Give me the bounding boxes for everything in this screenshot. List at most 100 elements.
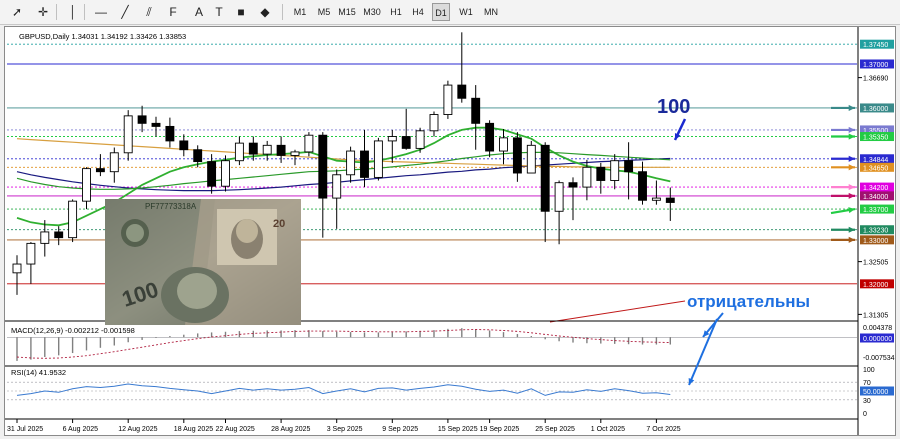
price-axis-label: 1.32000: [860, 279, 894, 289]
date-axis-label: 1 Oct 2025: [591, 426, 625, 433]
candle[interactable]: [123, 110, 133, 161]
candle[interactable]: [290, 149, 300, 166]
candle[interactable]: [401, 108, 411, 150]
rectangle-icon[interactable]: ■: [232, 3, 250, 21]
price-axis-label: 1.34844: [860, 154, 894, 164]
svg-text:1.32000: 1.32000: [863, 282, 888, 289]
candle[interactable]: [151, 116, 161, 137]
toolbar: ➚ ✛ │ — ╱ ⫽ F A T ■ ◆ M1 M5 M15 M30 H1 H4 D1 W1 MN: [0, 0, 900, 25]
timeframe-m1[interactable]: M1: [290, 3, 310, 21]
svg-text:1.36690: 1.36690: [863, 76, 888, 83]
price-axis-label: 1.32505: [858, 260, 888, 267]
candle[interactable]: [638, 161, 647, 205]
price-axis-label: 1.34000: [860, 191, 894, 201]
candle[interactable]: [429, 111, 439, 137]
horizontal-line-icon[interactable]: —: [92, 3, 110, 21]
timeframe-h4[interactable]: H4: [408, 3, 428, 21]
candle[interactable]: [651, 180, 661, 205]
timeframe-d1[interactable]: D1: [432, 3, 450, 21]
macd-label: MACD(12,26,9) -0.002212 -0.001598: [11, 326, 135, 335]
crosshair-icon[interactable]: ✛: [34, 3, 52, 21]
price-axis-label: 1.33230: [860, 225, 894, 235]
candle[interactable]: [526, 140, 536, 174]
candle[interactable]: [54, 226, 64, 246]
text-icon[interactable]: A: [190, 3, 208, 21]
timeframe-mn[interactable]: MN: [480, 3, 502, 21]
candle[interactable]: [179, 134, 189, 157]
banknotes-photo: 100 PF77773318A 20: [105, 199, 301, 325]
candle[interactable]: [512, 132, 522, 182]
svg-text:100: 100: [863, 367, 875, 374]
svg-text:30: 30: [863, 398, 871, 405]
candle[interactable]: [624, 142, 634, 200]
candle[interactable]: [360, 129, 369, 188]
timeframe-m5[interactable]: M5: [314, 3, 334, 21]
trendline-icon[interactable]: ╱: [116, 3, 134, 21]
rsi-axis-label: 70: [863, 380, 871, 387]
chart-symbol-label: GBPUSD,Daily 1.34031 1.34192 1.33426 1.3…: [19, 32, 186, 41]
svg-text:1.34000: 1.34000: [863, 194, 888, 201]
toolbar-separator: [84, 4, 85, 20]
candle[interactable]: [373, 137, 383, 181]
svg-text:1.35350: 1.35350: [863, 135, 888, 142]
candle[interactable]: [137, 105, 147, 133]
candle[interactable]: [471, 85, 481, 150]
candle[interactable]: [109, 147, 119, 183]
trendline[interactable]: [549, 300, 686, 323]
price-axis-label: 1.36690: [858, 76, 888, 83]
candle[interactable]: [540, 142, 550, 243]
candle[interactable]: [221, 155, 230, 192]
candle[interactable]: [165, 117, 175, 148]
candle[interactable]: [596, 162, 606, 194]
arrow-icon: [831, 192, 855, 199]
date-axis-label: 15 Sep 2025: [438, 426, 478, 433]
candle[interactable]: [82, 167, 91, 210]
candle[interactable]: [12, 255, 22, 295]
date-axis-label: 12 Aug 2025: [118, 426, 157, 433]
cursor-icon[interactable]: ➚: [8, 3, 26, 21]
vertical-line-icon[interactable]: │: [64, 3, 82, 21]
fibonacci-icon[interactable]: F: [164, 3, 182, 21]
label-icon[interactable]: T: [210, 3, 228, 21]
candle[interactable]: [262, 140, 272, 161]
candle[interactable]: [610, 154, 620, 190]
candle[interactable]: [554, 180, 564, 245]
macd-axis-label: 0.004378: [863, 325, 892, 332]
rsi-axis-label: 0: [863, 411, 867, 418]
svg-text:1.31305: 1.31305: [863, 312, 888, 319]
arrow-icon: [831, 133, 855, 140]
toolbar-separator: [282, 4, 283, 20]
timeframe-m15[interactable]: M15: [336, 3, 358, 21]
shapes-icon[interactable]: ◆: [256, 3, 274, 21]
candle[interactable]: [346, 146, 356, 183]
candle[interactable]: [234, 136, 244, 166]
price-axis-label: 1.35350: [860, 132, 894, 142]
candle[interactable]: [568, 177, 578, 221]
price-axis-label: 1.34200: [860, 182, 894, 192]
chart-window[interactable]: 1.37450 1.37000 1.36690 1.36000 1.35500 1.353…: [4, 26, 896, 436]
candle[interactable]: [665, 187, 675, 221]
svg-text:50.0000: 50.0000: [863, 389, 888, 396]
candle[interactable]: [95, 154, 105, 177]
channel-icon[interactable]: ⫽: [140, 3, 158, 21]
timeframe-m30[interactable]: M30: [360, 3, 384, 21]
candle[interactable]: [443, 80, 453, 119]
date-axis-label: 7 Oct 2025: [646, 426, 680, 433]
candle[interactable]: [207, 154, 217, 194]
candle[interactable]: [68, 199, 78, 243]
candle[interactable]: [457, 32, 467, 103]
date-axis-label: 31 Jul 2025: [7, 426, 43, 433]
svg-text:1.33230: 1.33230: [863, 228, 888, 235]
macd-axis-label: 0.000000: [860, 333, 894, 343]
timeframe-h1[interactable]: H1: [386, 3, 406, 21]
arrow-icon: [702, 312, 724, 338]
arrow-icon: [831, 164, 855, 171]
candle[interactable]: [318, 132, 328, 238]
svg-text:70: 70: [863, 380, 871, 387]
rsi-axis-label: 100: [863, 367, 875, 374]
candle[interactable]: [332, 169, 342, 229]
candle[interactable]: [485, 120, 495, 158]
candle[interactable]: [26, 242, 36, 284]
timeframe-w1[interactable]: W1: [456, 3, 476, 21]
annotations: [673, 104, 856, 386]
